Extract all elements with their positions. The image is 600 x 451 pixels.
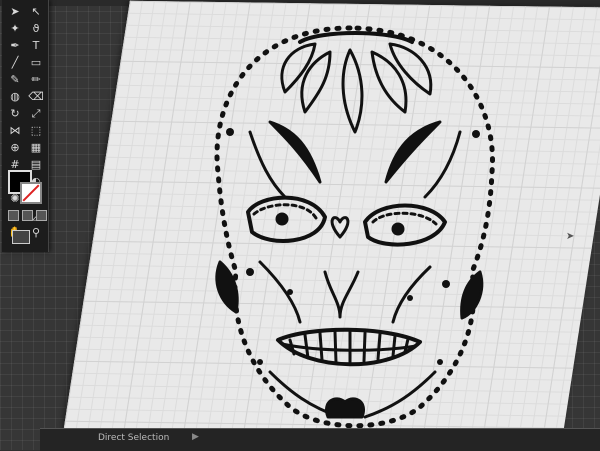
magic-wand-tool-icon[interactable]: ✦ — [6, 21, 24, 37]
paintbrush-tool-icon[interactable]: ✎ — [6, 72, 24, 88]
direct-selection-tool-icon[interactable]: ↖ — [27, 4, 45, 20]
status-menu-arrow-icon[interactable]: ▶ — [192, 432, 199, 442]
free-transform-tool-icon[interactable]: ⬚ — [27, 123, 45, 139]
rotate-tool-icon[interactable]: ↻ — [6, 106, 24, 122]
sugar-skull-artwork[interactable] — [190, 22, 510, 442]
rectangle-tool-icon[interactable]: ▭ — [27, 55, 45, 71]
status-bar: Direct Selection ▶ — [40, 428, 600, 451]
blob-brush-tool-icon[interactable]: ◍ — [6, 89, 24, 105]
pencil-tool-icon[interactable]: ✏ — [27, 72, 45, 88]
stroke-swatch[interactable] — [20, 182, 42, 204]
scale-tool-icon[interactable]: ⤢ — [27, 106, 45, 122]
selection-tool-icon[interactable]: ➤ — [6, 4, 24, 20]
tools-panel: ➤↖✦ϑ✒T╱▭✎✏◍⌫↻⤢⋈⬚⊕▦#▤⌇◐✺▥⊞◿✋⚲ — [2, 0, 49, 252]
type-tool-icon[interactable]: T — [27, 38, 45, 54]
tool-grid: ➤↖✦ϑ✒T╱▭✎✏◍⌫↻⤢⋈⬚⊕▦#▤⌇◐✺▥⊞◿✋⚲ — [6, 4, 46, 241]
color-swatches — [8, 170, 44, 204]
line-tool-icon[interactable]: ╱ — [6, 55, 24, 71]
none-mode-button[interactable] — [36, 210, 47, 221]
pen-tool-icon[interactable]: ✒ — [6, 38, 24, 54]
gradient-mode-button[interactable] — [22, 210, 33, 221]
perspective-grid-tool-icon[interactable]: ▦ — [27, 140, 45, 156]
lasso-tool-icon[interactable]: ϑ — [27, 21, 45, 37]
width-tool-icon[interactable]: ⋈ — [6, 123, 24, 139]
color-mode-row — [8, 210, 47, 221]
current-tool-label: Direct Selection — [98, 433, 170, 443]
color-mode-button[interactable] — [8, 210, 19, 221]
screen-mode-icon[interactable] — [12, 230, 30, 244]
mouse-cursor-icon: ➤ — [566, 231, 575, 242]
shape-builder-tool-icon[interactable]: ⊕ — [6, 140, 24, 156]
eraser-tool-icon[interactable]: ⌫ — [27, 89, 45, 105]
